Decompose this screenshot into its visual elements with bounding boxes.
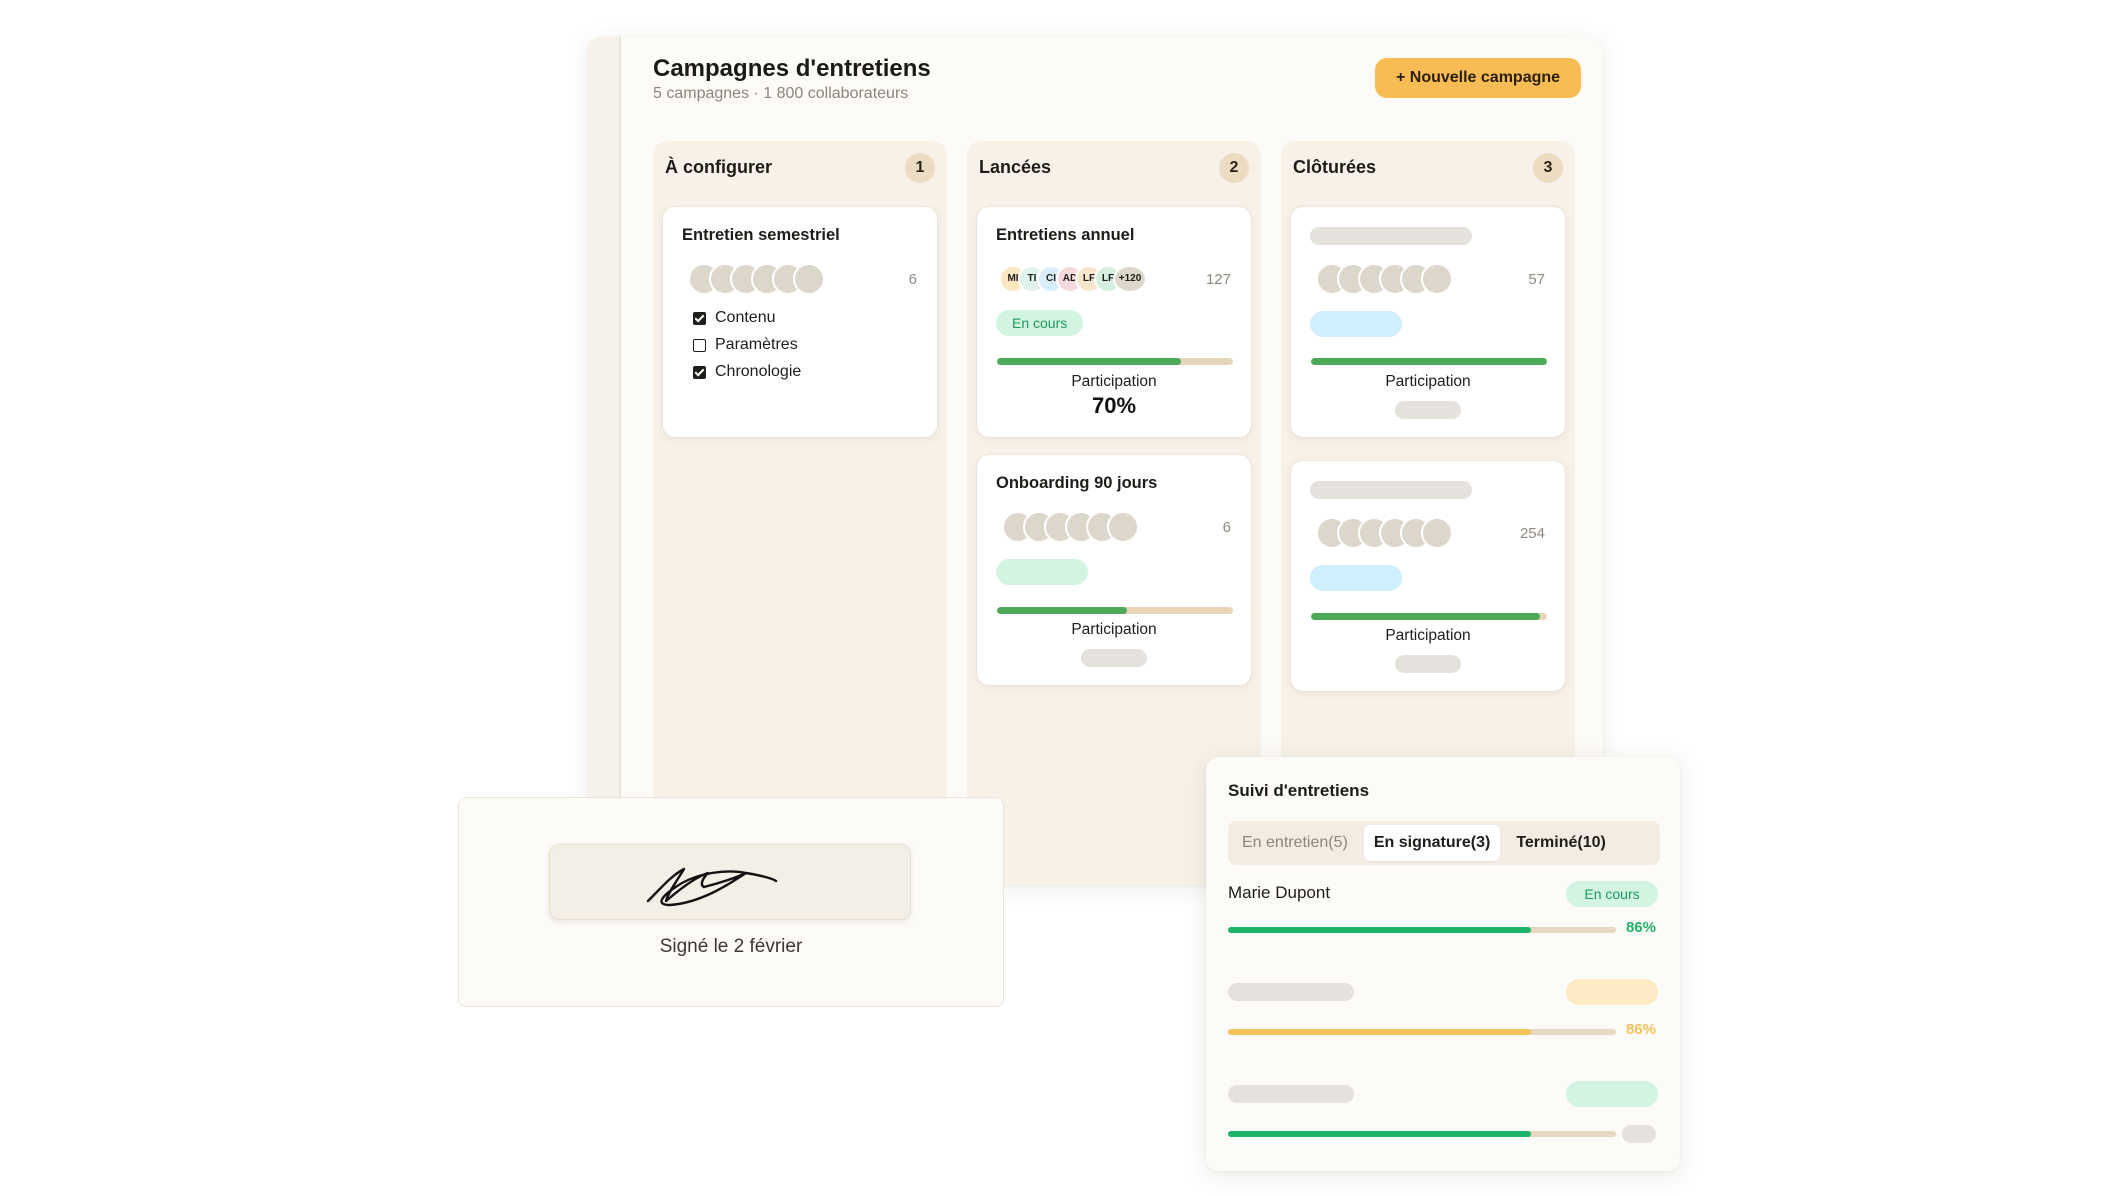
progress-percent: 86%	[1625, 919, 1656, 936]
page-title: Campagnes d'entretiens	[653, 55, 931, 82]
checklist-label: Contenu	[715, 309, 776, 326]
campaign-card-onboarding[interactable]: Onboarding 90 jours 6 Participation	[977, 455, 1251, 685]
column-title: Clôturées	[1293, 157, 1377, 177]
value-placeholder	[1395, 401, 1461, 419]
status-badge: En cours	[996, 310, 1084, 336]
progress-bar	[1228, 927, 1616, 933]
avatar	[1421, 517, 1453, 549]
collaborators-count: 254	[1519, 525, 1545, 542]
progress-fill	[1228, 927, 1531, 933]
signature-caption: Signé le 2 février	[659, 936, 803, 957]
progress-bar	[1228, 1029, 1616, 1035]
checkbox-checked-icon[interactable]	[693, 365, 706, 379]
checkbox-unchecked-icon[interactable]	[693, 338, 706, 352]
interview-tracking-panel: Suivi d'entretiens En entretien(5) En si…	[1206, 757, 1680, 1171]
card-title: Entretien semestriel	[682, 226, 840, 244]
participation-label: Participation	[1385, 373, 1471, 390]
participation-progress	[1311, 613, 1547, 620]
status-badge: En cours	[1566, 881, 1658, 907]
card-title: Onboarding 90 jours	[996, 474, 1158, 492]
name-placeholder	[1228, 1085, 1354, 1103]
participation-progress	[997, 358, 1233, 365]
avatar-group	[1316, 517, 1453, 549]
tab-en-entretien[interactable]: En entretien(5)	[1232, 825, 1358, 861]
tab-termine[interactable]: Terminé(10)	[1506, 825, 1616, 861]
status-badge-placeholder	[1566, 979, 1658, 1005]
campaign-card-closed-2[interactable]: 254 Participation	[1291, 461, 1565, 691]
title-placeholder	[1310, 481, 1472, 499]
participation-progress	[1311, 358, 1547, 365]
progress-fill	[1311, 358, 1547, 365]
progress-fill	[997, 607, 1127, 614]
checklist-item-chronologie[interactable]: Chronologie	[693, 363, 801, 381]
progress-bar	[1228, 1131, 1616, 1137]
column-count-badge: 1	[905, 153, 935, 183]
signature-panel: Signé le 2 février	[458, 797, 1004, 1007]
checklist-item-contenu[interactable]: Contenu	[693, 309, 776, 327]
card-title: Entretiens annuel	[996, 226, 1135, 244]
avatar	[1421, 263, 1453, 295]
progress-fill	[1228, 1029, 1531, 1035]
avatar-group: MI TI CI AD LF LF +120	[999, 265, 1147, 293]
status-badge-placeholder	[996, 559, 1088, 585]
checklist-label: Chronologie	[715, 363, 802, 380]
avatar-overflow-count: +120	[1113, 265, 1147, 293]
value-placeholder	[1081, 649, 1147, 667]
campaign-card-entretiens-annuel[interactable]: Entretiens annuel MI TI CI AD LF LF +120…	[977, 207, 1251, 437]
signature-drawing-icon	[646, 867, 778, 907]
progress-percent: 86%	[1625, 1021, 1656, 1038]
participation-label: Participation	[1385, 627, 1471, 644]
avatar	[793, 263, 825, 295]
percent-placeholder	[1622, 1125, 1656, 1143]
name-placeholder	[1228, 983, 1354, 1001]
page-subtitle: 5 campagnes · 1 800 collaborateurs	[653, 85, 909, 102]
participation-value: 70%	[1091, 393, 1137, 418]
panel-title: Suivi d'entretiens	[1228, 781, 1370, 800]
avatar-group	[1002, 511, 1139, 543]
column-count-badge: 3	[1533, 153, 1563, 183]
checkbox-checked-icon[interactable]	[693, 311, 706, 325]
title-placeholder	[1310, 227, 1472, 245]
new-campaign-button[interactable]: + Nouvelle campagne	[1375, 58, 1581, 98]
participation-progress	[997, 607, 1233, 614]
status-badge-placeholder	[1566, 1081, 1658, 1107]
avatar	[1107, 511, 1139, 543]
column-title: Lancées	[979, 157, 1052, 177]
collaborators-count: 6	[1222, 519, 1231, 536]
signature-box[interactable]	[549, 844, 911, 920]
campaign-card-closed-1[interactable]: 57 Participation	[1291, 207, 1565, 437]
column-title: À configurer	[665, 157, 773, 177]
progress-fill	[1311, 613, 1540, 620]
collaborators-count: 6	[908, 271, 917, 288]
progress-fill	[1228, 1131, 1531, 1137]
checklist-label: Paramètres	[715, 336, 798, 353]
person-name: Marie Dupont	[1228, 883, 1331, 902]
collaborators-count: 127	[1205, 271, 1231, 288]
participation-label: Participation	[1071, 373, 1157, 390]
avatar-group	[1316, 263, 1453, 295]
collaborators-count: 57	[1528, 271, 1545, 288]
avatar-group	[688, 263, 825, 295]
sidebar	[587, 37, 621, 885]
value-placeholder	[1395, 655, 1461, 673]
tab-en-signature[interactable]: En signature(3)	[1363, 825, 1501, 861]
campaign-card-entretien-semestriel[interactable]: Entretien semestriel 6 Contenu Paramètre…	[663, 207, 937, 437]
participation-label: Participation	[1071, 621, 1157, 638]
column-count-badge: 2	[1219, 153, 1249, 183]
status-badge-placeholder	[1310, 311, 1402, 337]
checklist-item-parametres[interactable]: Paramètres	[693, 336, 798, 354]
column-to-configure: À configurer 1 Entretien semestriel 6 Co…	[653, 141, 947, 885]
tab-bar: En entretien(5) En signature(3) Terminé(…	[1228, 821, 1660, 865]
progress-fill	[997, 358, 1182, 365]
status-badge-placeholder	[1310, 565, 1402, 591]
